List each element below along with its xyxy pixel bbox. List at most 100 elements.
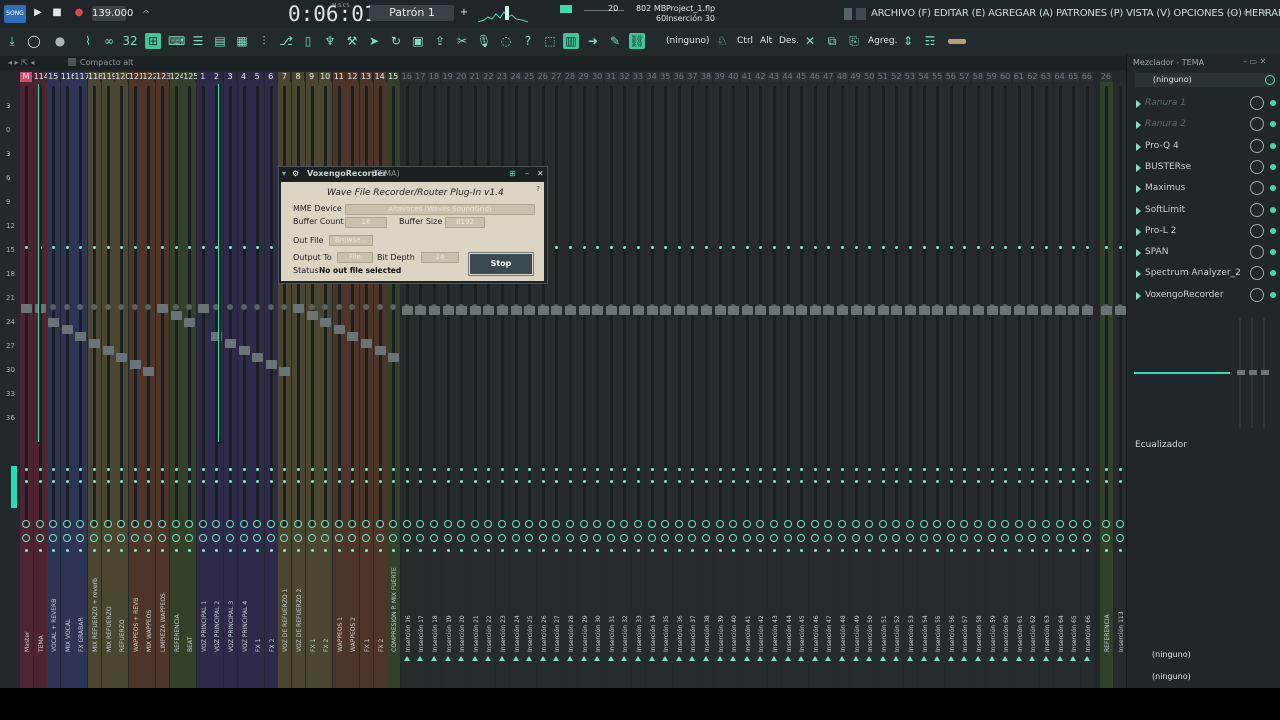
route-indicator[interactable]: [1119, 468, 1122, 471]
song-mode-badge[interactable]: SONG: [4, 5, 26, 23]
arm-indicator[interactable]: [555, 549, 559, 552]
arm-indicator[interactable]: [297, 549, 300, 552]
mute-toggle[interactable]: [742, 520, 751, 528]
solo-toggle[interactable]: [525, 534, 534, 542]
cut-icon[interactable]: ✂: [454, 33, 470, 49]
route-indicator[interactable]: [201, 468, 205, 471]
send-indicator[interactable]: [174, 480, 178, 483]
solo-toggle[interactable]: [919, 534, 928, 542]
track-number[interactable]: 62: [1026, 72, 1039, 82]
mute-toggle[interactable]: [334, 520, 343, 528]
volume-fader[interactable]: [197, 304, 209, 313]
send-indicator[interactable]: [310, 480, 314, 483]
arm-indicator[interactable]: [650, 549, 654, 552]
pan-indicator[interactable]: [745, 246, 749, 249]
mute-toggle[interactable]: [770, 520, 778, 528]
route-arrow-icon[interactable]: [730, 656, 737, 661]
arm-indicator[interactable]: [256, 549, 260, 552]
send-indicator[interactable]: [433, 480, 436, 483]
plugin-grid-icon[interactable]: ⊞: [509, 167, 516, 181]
route-indicator[interactable]: [1058, 468, 1062, 471]
volume-fader[interactable]: [864, 306, 876, 315]
send-indicator[interactable]: [949, 480, 953, 483]
add-pattern-icon[interactable]: +: [458, 7, 470, 19]
effect-slot[interactable]: Pro-Q 4: [1132, 137, 1278, 157]
route-arrow-icon[interactable]: [648, 656, 655, 661]
solo-toggle[interactable]: [634, 534, 642, 542]
solo-toggle[interactable]: [280, 534, 289, 542]
track-number[interactable]: 10: [319, 72, 332, 82]
arm-indicator[interactable]: [773, 549, 776, 552]
route-arrow-icon[interactable]: [771, 656, 777, 661]
solo-toggle[interactable]: [797, 534, 806, 542]
volume-fader[interactable]: [1081, 306, 1093, 315]
arm-indicator[interactable]: [215, 549, 219, 552]
mixer-strip[interactable]: Inserción 43: [768, 82, 781, 688]
route-indicator[interactable]: [446, 468, 450, 471]
route-indicator[interactable]: [990, 468, 994, 471]
route-arrow-icon[interactable]: [635, 656, 641, 661]
route-indicator[interactable]: [1105, 468, 1108, 471]
volume-fader[interactable]: [918, 306, 930, 315]
route-arrow-icon[interactable]: [662, 656, 669, 661]
volume-fader[interactable]: [633, 306, 644, 315]
route-arrow-icon[interactable]: [907, 656, 913, 661]
slot-enable-toggle[interactable]: [1270, 100, 1276, 106]
mute-toggle[interactable]: [239, 520, 248, 528]
arm-indicator[interactable]: [487, 549, 491, 552]
mixer-strip[interactable]: Inserción 38: [700, 82, 713, 688]
mute-toggle[interactable]: [919, 520, 928, 528]
track-number[interactable]: 42: [754, 72, 767, 82]
arm-indicator[interactable]: [419, 549, 423, 552]
arm-indicator[interactable]: [79, 549, 83, 552]
solo-toggle[interactable]: [1028, 534, 1037, 542]
solo-toggle[interactable]: [212, 534, 221, 542]
mixer-strip[interactable]: Inserción 42: [754, 82, 768, 688]
send-indicator[interactable]: [1105, 480, 1108, 483]
send-indicator[interactable]: [705, 480, 708, 483]
volume-fader[interactable]: [1013, 306, 1025, 315]
pan-indicator[interactable]: [93, 246, 96, 249]
bit-depth-field[interactable]: 24: [421, 252, 459, 263]
volume-fader[interactable]: [333, 325, 345, 334]
route-arrow-icon[interactable]: [675, 656, 682, 661]
tempo-display[interactable]: 139.000: [92, 6, 133, 21]
solo-toggle[interactable]: [606, 534, 615, 542]
send-indicator[interactable]: [841, 480, 844, 483]
track-number[interactable]: 21: [468, 72, 481, 82]
send-indicator[interactable]: [378, 480, 382, 483]
slot-arrow-icon[interactable]: [1136, 227, 1141, 236]
volume-fader[interactable]: [619, 306, 631, 315]
solo-toggle[interactable]: [715, 534, 724, 542]
volume-fader[interactable]: [361, 339, 372, 348]
effect-slot[interactable]: Spectrum Analyzer_2: [1132, 264, 1278, 284]
solo-toggle[interactable]: [1042, 534, 1050, 542]
send-indicator[interactable]: [65, 480, 69, 483]
pencil-icon[interactable]: ✎: [607, 33, 623, 49]
track-number[interactable]: 23: [496, 72, 508, 82]
arm-indicator[interactable]: [1045, 549, 1048, 552]
track-number[interactable]: 37: [686, 72, 699, 82]
track-number[interactable]: 18: [428, 72, 440, 82]
track-number[interactable]: 28: [564, 72, 576, 82]
mixer-strip[interactable]: Inserción 33: [632, 82, 645, 688]
mixer-strip[interactable]: Inserción 48: [836, 82, 849, 688]
track-number[interactable]: 24: [509, 72, 522, 82]
mute-toggle[interactable]: [946, 520, 955, 528]
volume-fader[interactable]: [687, 306, 699, 315]
route-arrow-icon[interactable]: [934, 656, 941, 661]
mixer-menu-icon[interactable]: [68, 58, 76, 66]
effect-slot[interactable]: VoxengoRecorder: [1132, 286, 1278, 306]
stereo-knob[interactable]: [227, 304, 233, 310]
mute-toggle[interactable]: [674, 520, 683, 528]
volume-fader[interactable]: [809, 306, 821, 315]
pan-indicator[interactable]: [705, 246, 708, 249]
mixer-strip[interactable]: Inserción 59: [985, 82, 999, 688]
track-number[interactable]: 58: [972, 72, 984, 82]
slot-mix-knob[interactable]: [1250, 181, 1264, 196]
arm-indicator[interactable]: [977, 549, 980, 552]
slot-arrow-icon[interactable]: [1136, 142, 1141, 151]
track-number[interactable]: 1: [196, 72, 209, 82]
send-indicator[interactable]: [229, 480, 232, 483]
volume-fader[interactable]: [592, 306, 604, 315]
